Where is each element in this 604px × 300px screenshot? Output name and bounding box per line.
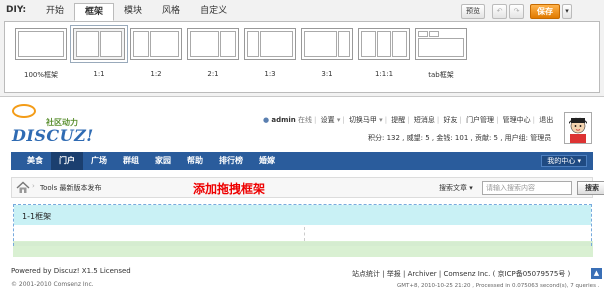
layout-1-1[interactable]: 1:1 [70,25,128,78]
layout-thumb [244,28,296,60]
layout-1-2[interactable]: 1:2 [130,28,182,78]
layout-label: 1:2 [150,70,162,78]
user-menu: ● admin 在线 | 设置 ▾ | 切换马甲 ▾ | 提醒 | 短消息 | 好友 | 门… [263,116,554,124]
undo-button[interactable]: ↶ [492,4,507,19]
menu-pm[interactable]: 短消息 [414,116,435,124]
menu-logout[interactable]: 退出 [539,116,553,124]
layout-1-3[interactable]: 1:3 [244,28,296,78]
layout-label: 1:1 [93,70,105,78]
diy-tabs: 开始 框架 模块 风格 自定义 [36,3,237,21]
add-frame-hint: 添加拖拽框架 [193,182,266,196]
main-nav: 美食 门户 广场 群组 家园 帮助 排行榜 婚嫁 我的中心 ▾ [11,152,593,170]
footer-copyright: © 2001-2010 Comsenz Inc. [11,281,94,288]
frame-title: 1-1框架 [22,212,52,221]
tab-style[interactable]: 风格 [152,3,190,21]
menu-friends[interactable]: 好友 [443,116,457,124]
avatar-face-icon [565,113,591,143]
layout-label: 100%框架 [23,71,58,79]
footer-gmt: GMT+8, 2010-10-25 21:20 , Processed in 0… [397,283,600,289]
diy-toolbar: DIY: 开始 框架 模块 风格 自定义 预览 ↶ ↷ 保存 ▾ 100%框架 … [0,0,604,97]
diy-label: DIY: [6,5,27,15]
tab-frame[interactable]: 框架 [74,3,115,21]
save-menu-button[interactable]: ▾ [562,4,572,19]
layout-thumb [70,25,128,63]
back-to-top-icon[interactable]: ▲ [591,268,602,279]
nav-item-wedding[interactable]: 婚嫁 [251,152,283,170]
footer-powered: Powered by Discuz! X1.5 Licensed [11,267,131,275]
avatar[interactable] [564,112,592,144]
layout-thumb [15,28,67,60]
nav-item-help[interactable]: 帮助 [179,152,211,170]
diy-frame-1-1[interactable]: 1-1框架 [13,204,592,246]
search-input[interactable]: 请输入搜索内容 [482,181,572,195]
layout-100[interactable]: 100%框架 [15,28,67,80]
preview-button[interactable]: 预览 [461,4,485,19]
user-stats: 积分: 132 , 威望: 5 , 金钱: 101 , 贡献: 5 , 用户组:… [368,134,552,142]
tab-start[interactable]: 开始 [36,3,74,21]
layout-thumb [301,28,353,60]
menu-notice[interactable]: 提醒 [391,116,405,124]
save-button[interactable]: 保存 [530,4,560,19]
layout-1-1-1[interactable]: 1:1:1 [358,28,410,78]
layout-2-1[interactable]: 2:1 [187,28,239,78]
redo-button[interactable]: ↷ [509,4,524,19]
breadcrumb-text[interactable]: Tools 最新版本发布 [40,183,101,193]
nav-item-groups[interactable]: 群组 [115,152,147,170]
breadcrumb-separator-icon: › [32,182,35,190]
layout-thumb [415,28,467,60]
breadcrumb: › Tools 最新版本发布 添加拖拽框架 搜索文章 ▾ 请输入搜索内容 搜索 [11,177,604,198]
menu-portal-admin[interactable]: 门户管理 [466,116,494,124]
layout-thumb [130,28,182,60]
nav-item-portal[interactable]: 门户 [51,152,83,170]
layout-label: tab框架 [428,71,454,79]
footer-links[interactable]: 站点统计 | 举报 | Archiver | Comsenz Inc. ( 京I… [352,269,570,279]
nav-item-food[interactable]: 美食 [19,152,51,170]
menu-admin-center[interactable]: 管理中心 [503,116,531,124]
layout-label: 3:1 [321,70,333,78]
nav-item-home[interactable]: 家园 [147,152,179,170]
my-center-button[interactable]: 我的中心 ▾ [541,155,587,167]
layout-3-1[interactable]: 3:1 [301,28,353,78]
frame-bottom-zone [14,242,591,246]
home-icon[interactable] [16,181,30,194]
username-link[interactable]: admin [271,116,295,124]
frame-column-left[interactable] [16,227,305,241]
nav-item-ranking[interactable]: 排行榜 [211,152,251,170]
tab-module[interactable]: 模块 [114,3,152,21]
layout-label: 1:1:1 [374,70,394,78]
frame-header[interactable]: 1-1框架 [14,205,591,225]
layout-label: 1:3 [264,70,276,78]
layout-tab[interactable]: tab框架 [415,28,467,80]
nav-item-square[interactable]: 广场 [83,152,115,170]
search-type-select[interactable]: 搜索文章 ▾ [439,183,473,193]
search-button[interactable]: 搜索 [577,181,604,195]
menu-settings[interactable]: 设置 [321,116,335,124]
layout-thumb [358,28,410,60]
menu-switch-account[interactable]: 切换马甲 [349,116,377,124]
layout-label: 2:1 [207,70,219,78]
online-status: 在线 [298,116,312,124]
user-icon: ● [263,116,270,124]
frame-layout-strip: 100%框架 1:1 1:2 2:1 1:3 3:1 1:1:1 tab框架 [4,21,600,93]
tab-custom[interactable]: 自定义 [190,3,237,21]
layout-thumb [187,28,239,60]
logo-bubble-icon [12,104,36,118]
logo-text: DISCUZ! [12,126,94,145]
